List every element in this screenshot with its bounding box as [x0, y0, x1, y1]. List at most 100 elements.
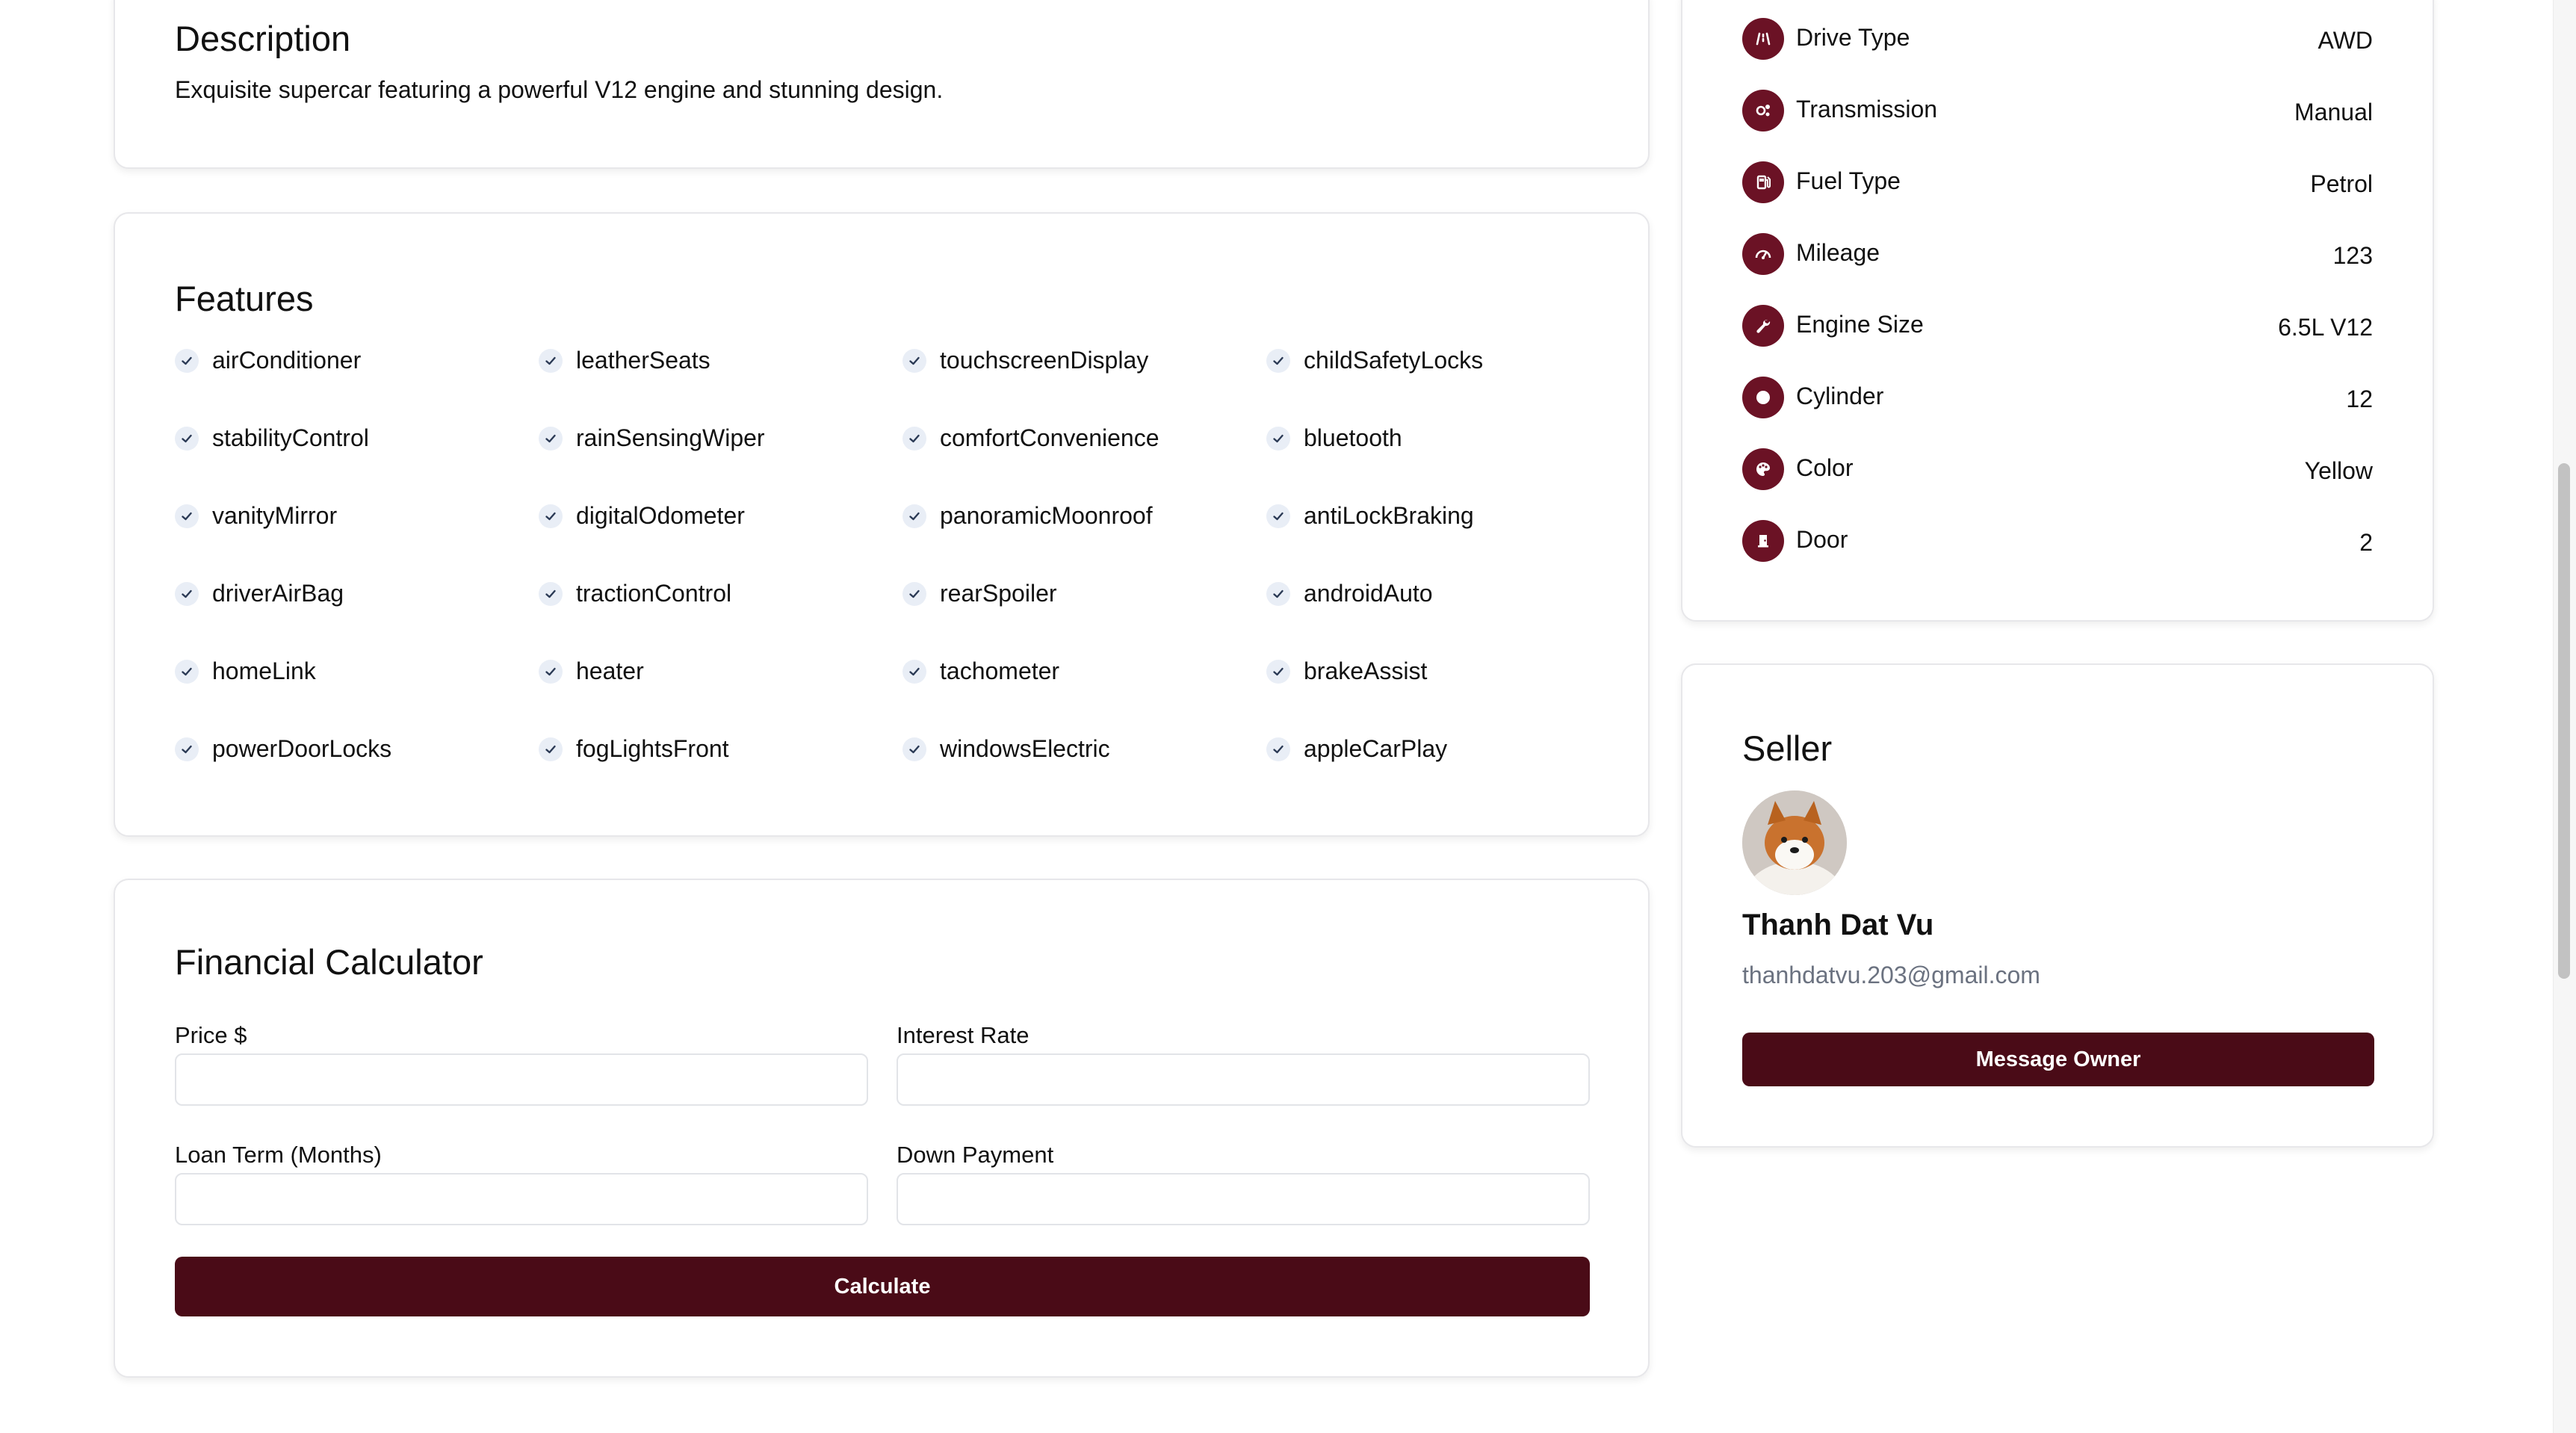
check-icon	[539, 426, 563, 451]
feature-label: rearSpoiler	[940, 580, 1057, 607]
check-icon	[1266, 348, 1290, 373]
feature-label: stabilityControl	[212, 424, 369, 451]
spec-row: Cylinder 12	[1682, 377, 2433, 421]
feature-label: panoramicMoonroof	[940, 502, 1153, 529]
feature-label: tractionControl	[576, 580, 732, 607]
feature-item: driverAirBag	[175, 580, 344, 607]
feature-item: childSafetyLocks	[1266, 347, 1483, 374]
feature-label: leatherSeats	[576, 347, 710, 374]
feature-label: vanityMirror	[212, 502, 338, 529]
spec-label: Engine Size	[1796, 311, 1924, 338]
description-card: Description Exquisite supercar featuring…	[114, 0, 1650, 169]
feature-label: androidAuto	[1304, 580, 1433, 607]
down-payment-label: Down Payment	[897, 1142, 1054, 1168]
check-icon	[539, 348, 563, 373]
spec-value: Manual	[2294, 99, 2373, 126]
price-input[interactable]	[175, 1053, 868, 1106]
spec-row: Engine Size 6.5L V12	[1682, 305, 2433, 350]
spec-row: Transmission Manual	[1682, 90, 2433, 134]
spec-label: Cylinder	[1796, 383, 1884, 409]
feature-label: touchscreenDisplay	[940, 347, 1149, 374]
feature-item: heater	[539, 657, 644, 685]
seller-title: Seller	[1742, 728, 1833, 768]
check-icon	[1266, 426, 1290, 451]
spec-label: Mileage	[1796, 239, 1880, 266]
spec-value: 6.5L V12	[2278, 314, 2373, 341]
feature-item: powerDoorLocks	[175, 735, 391, 763]
spec-value: 12	[2346, 386, 2373, 412]
feature-item: comfortConvenience	[902, 424, 1159, 452]
check-icon	[902, 426, 926, 451]
specs-card: Drive Type AWD Transmission Manual Fuel Type…	[1681, 0, 2434, 622]
calculate-button[interactable]: Calculate	[175, 1257, 1590, 1316]
check-icon	[902, 348, 926, 373]
palette-icon	[1742, 448, 1784, 490]
features-card: Features airConditioner leatherSeats touch…	[114, 212, 1650, 837]
feature-item: stabilityControl	[175, 424, 369, 452]
feature-label: driverAirBag	[212, 580, 344, 607]
message-owner-button[interactable]: Message Owner	[1742, 1033, 2374, 1086]
seller-name: Thanh Dat Vu	[1742, 909, 1934, 941]
road-icon	[1742, 18, 1784, 60]
spec-label: Fuel Type	[1796, 167, 1901, 194]
down-payment-input[interactable]	[897, 1173, 1590, 1225]
interest-rate-input[interactable]	[897, 1053, 1590, 1106]
spec-label: Transmission	[1796, 96, 1938, 123]
check-icon	[902, 504, 926, 528]
gears-icon	[1742, 90, 1784, 131]
spec-value: 2	[2359, 529, 2373, 556]
feature-item: leatherSeats	[539, 347, 710, 374]
wrench-icon	[1742, 305, 1784, 347]
check-icon	[539, 504, 563, 528]
feature-label: tachometer	[940, 657, 1060, 684]
check-icon	[902, 737, 926, 761]
spec-value: 123	[2332, 242, 2373, 269]
feature-label: antiLockBraking	[1304, 502, 1474, 529]
spec-label: Door	[1796, 526, 1848, 553]
loan-term-label: Loan Term (Months)	[175, 1142, 382, 1168]
spec-label: Color	[1796, 454, 1854, 481]
circle-icon	[1742, 377, 1784, 418]
seller-email[interactable]: thanhdatvu.203@gmail.com	[1742, 962, 2040, 989]
check-icon	[539, 659, 563, 684]
description-title: Description	[175, 19, 351, 58]
feature-label: brakeAssist	[1304, 657, 1428, 684]
feature-item: appleCarPlay	[1266, 735, 1447, 763]
feature-label: airConditioner	[212, 347, 362, 374]
spec-value: AWD	[2318, 27, 2373, 54]
check-icon	[1266, 659, 1290, 684]
feature-item: tachometer	[902, 657, 1059, 685]
feature-item: brakeAssist	[1266, 657, 1427, 685]
gauge-icon	[1742, 233, 1784, 275]
feature-item: fogLightsFront	[539, 735, 729, 763]
check-icon	[1266, 737, 1290, 761]
spec-value: Yellow	[2304, 457, 2373, 484]
feature-item: airConditioner	[175, 347, 361, 374]
spec-value: Petrol	[2310, 170, 2373, 197]
feature-item: antiLockBraking	[1266, 502, 1474, 530]
features-title: Features	[175, 279, 314, 318]
financial-calculator-card: Financial Calculator Price $ Interest Ra…	[114, 879, 1650, 1378]
feature-item: tractionControl	[539, 580, 731, 607]
page-scrollbar[interactable]	[2553, 0, 2576, 1433]
spec-label: Drive Type	[1796, 24, 1910, 51]
check-icon	[175, 348, 199, 373]
seller-avatar	[1742, 790, 1847, 895]
check-icon	[539, 581, 563, 606]
feature-label: comfortConvenience	[940, 424, 1159, 451]
spec-row: Door 2	[1682, 520, 2433, 565]
check-icon	[175, 504, 199, 528]
feature-label: rainSensingWiper	[576, 424, 765, 451]
feature-label: digitalOdometer	[576, 502, 745, 529]
check-icon	[175, 659, 199, 684]
feature-label: windowsElectric	[940, 735, 1110, 762]
loan-term-input[interactable]	[175, 1173, 868, 1225]
check-icon	[175, 737, 199, 761]
scrollbar-thumb[interactable]	[2558, 463, 2570, 979]
calculator-title: Financial Calculator	[175, 942, 483, 982]
feature-item: homeLink	[175, 657, 316, 685]
check-icon	[175, 581, 199, 606]
feature-label: fogLightsFront	[576, 735, 729, 762]
feature-item: androidAuto	[1266, 580, 1433, 607]
check-icon	[175, 426, 199, 451]
